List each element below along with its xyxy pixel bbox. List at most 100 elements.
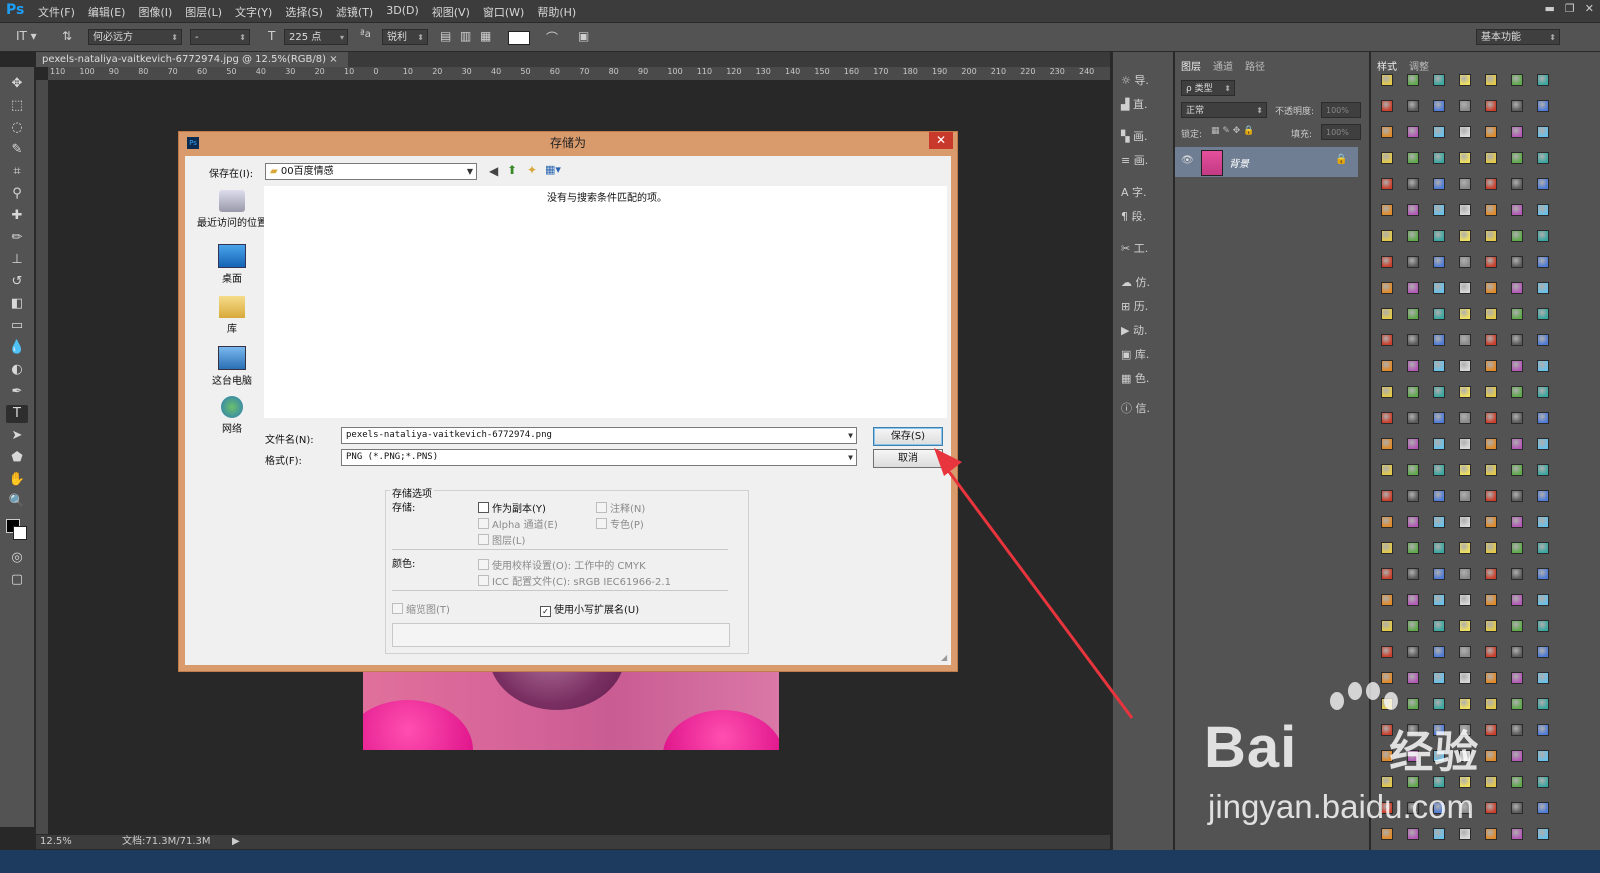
style-swatch[interactable] <box>1407 256 1419 268</box>
style-swatch[interactable] <box>1459 282 1471 294</box>
collapsed-panel-button[interactable]: ≡ 画. <box>1121 152 1167 172</box>
dodge-tool-icon[interactable]: ◐ <box>6 361 28 379</box>
lock-icons[interactable]: ▦ ✎ ✥ 🔒 <box>1211 126 1254 136</box>
style-swatch[interactable] <box>1537 282 1549 294</box>
menu-item[interactable]: 滤镜(T) <box>336 4 373 20</box>
style-swatch[interactable] <box>1537 542 1549 554</box>
menu-item[interactable]: 图像(I) <box>138 4 172 20</box>
collapsed-panel-button[interactable]: ▶ 动. <box>1121 322 1167 342</box>
font-family-select[interactable]: 何必远方 ⬍ <box>88 29 182 45</box>
style-swatch[interactable] <box>1485 412 1497 424</box>
brush-tool-icon[interactable]: ✏ <box>6 229 28 247</box>
menu-item[interactable]: 图层(L) <box>185 4 222 20</box>
style-swatch[interactable] <box>1433 256 1445 268</box>
filename-input[interactable]: pexels-nataliya-vaitkevich-6772974.png ▼ <box>341 427 857 444</box>
notes-checkbox[interactable]: 注释(N) <box>596 500 645 515</box>
eraser-tool-icon[interactable]: ◧ <box>6 295 28 313</box>
style-swatch[interactable] <box>1459 412 1471 424</box>
style-swatch[interactable] <box>1537 386 1549 398</box>
status-menu-arrow-icon[interactable]: ▶ <box>232 835 240 849</box>
style-swatch[interactable] <box>1485 438 1497 450</box>
style-swatch[interactable] <box>1485 646 1497 658</box>
style-swatch[interactable] <box>1407 438 1419 450</box>
style-swatch[interactable] <box>1537 516 1549 528</box>
tab-paths[interactable]: 路径 <box>1239 60 1271 76</box>
style-swatch[interactable] <box>1485 100 1497 112</box>
style-swatch[interactable] <box>1459 178 1471 190</box>
style-swatch[interactable] <box>1381 100 1393 112</box>
place-this-pc[interactable]: 这台电脑 <box>197 346 267 387</box>
lowercase-extension-checkbox[interactable]: ✓ 使用小写扩展名(U) <box>540 601 639 617</box>
style-swatch[interactable] <box>1381 126 1393 138</box>
layers-checkbox[interactable]: 图层(L) <box>478 532 525 547</box>
style-swatch[interactable] <box>1407 490 1419 502</box>
style-swatch[interactable] <box>1485 568 1497 580</box>
style-swatch[interactable] <box>1381 282 1393 294</box>
collapsed-panel-button[interactable]: ▚ 画. <box>1121 128 1167 148</box>
history-brush-tool-icon[interactable]: ↺ <box>6 273 28 291</box>
style-swatch[interactable] <box>1381 360 1393 372</box>
blend-mode-select[interactable]: 正常 ⬍ <box>1181 102 1267 118</box>
gradient-tool-icon[interactable]: ▭ <box>6 317 28 335</box>
style-swatch[interactable] <box>1381 568 1393 580</box>
collapsed-panel-button[interactable]: ✂ 工. <box>1121 240 1167 260</box>
style-swatch[interactable] <box>1407 386 1419 398</box>
style-swatch[interactable] <box>1381 490 1393 502</box>
font-size-select[interactable]: 225 点 ▾ <box>284 29 348 45</box>
eye-icon[interactable]: 👁 <box>1181 155 1194 166</box>
style-swatch[interactable] <box>1537 74 1549 86</box>
style-swatch[interactable] <box>1433 282 1445 294</box>
screen-mode-icon[interactable]: ▢ <box>6 571 28 589</box>
warp-text-icon[interactable]: ⌒ <box>546 29 558 46</box>
style-swatch[interactable] <box>1537 568 1549 580</box>
style-swatch[interactable] <box>1537 230 1549 242</box>
blur-tool-icon[interactable]: 💧 <box>6 339 28 357</box>
style-swatch[interactable] <box>1511 230 1523 242</box>
style-swatch[interactable] <box>1511 646 1523 658</box>
style-swatch[interactable] <box>1485 74 1497 86</box>
style-swatch[interactable] <box>1381 412 1393 424</box>
style-swatch[interactable] <box>1381 386 1393 398</box>
style-swatch[interactable] <box>1459 386 1471 398</box>
style-swatch[interactable] <box>1485 516 1497 528</box>
marquee-tool-icon[interactable]: ⬚ <box>6 97 28 115</box>
style-swatch[interactable] <box>1433 464 1445 476</box>
layer-kind-filter[interactable]: ρ 类型 ⬍ <box>1181 80 1235 96</box>
style-swatch[interactable] <box>1433 516 1445 528</box>
style-swatch[interactable] <box>1485 490 1497 502</box>
style-swatch[interactable] <box>1433 386 1445 398</box>
collapsed-panel-button[interactable]: ☁ 仿. <box>1121 274 1167 294</box>
close-icon[interactable]: ✕ <box>1585 2 1594 15</box>
style-swatch[interactable] <box>1433 100 1445 112</box>
style-swatch[interactable] <box>1511 308 1523 320</box>
style-swatch[interactable] <box>1381 438 1393 450</box>
style-swatch[interactable] <box>1459 100 1471 112</box>
style-swatch[interactable] <box>1381 308 1393 320</box>
style-swatch[interactable] <box>1511 620 1523 632</box>
align-left-icon[interactable]: ▤ <box>440 29 451 43</box>
healing-tool-icon[interactable]: ✚ <box>6 207 28 225</box>
style-swatch[interactable] <box>1537 152 1549 164</box>
style-swatch[interactable] <box>1381 594 1393 606</box>
style-swatch[interactable] <box>1511 412 1523 424</box>
style-swatch[interactable] <box>1407 360 1419 372</box>
style-swatch[interactable] <box>1381 464 1393 476</box>
spot-colors-checkbox[interactable]: 专色(P) <box>596 516 644 531</box>
style-swatch[interactable] <box>1511 100 1523 112</box>
style-swatch[interactable] <box>1459 204 1471 216</box>
style-swatch[interactable] <box>1511 204 1523 216</box>
menu-item[interactable]: 帮助(H) <box>537 4 576 20</box>
menu-item[interactable]: 窗口(W) <box>483 4 524 20</box>
style-swatch[interactable] <box>1459 542 1471 554</box>
style-swatch[interactable] <box>1485 620 1497 632</box>
style-swatch[interactable] <box>1459 490 1471 502</box>
background-color-swatch[interactable] <box>13 526 27 540</box>
style-swatch[interactable] <box>1485 152 1497 164</box>
style-swatch[interactable] <box>1511 464 1523 476</box>
menu-item[interactable]: 文字(Y) <box>235 4 272 20</box>
crop-tool-icon[interactable]: ⌗ <box>6 163 28 181</box>
style-swatch[interactable] <box>1537 334 1549 346</box>
style-swatch[interactable] <box>1537 464 1549 476</box>
style-swatch[interactable] <box>1511 438 1523 450</box>
style-swatch[interactable] <box>1433 178 1445 190</box>
